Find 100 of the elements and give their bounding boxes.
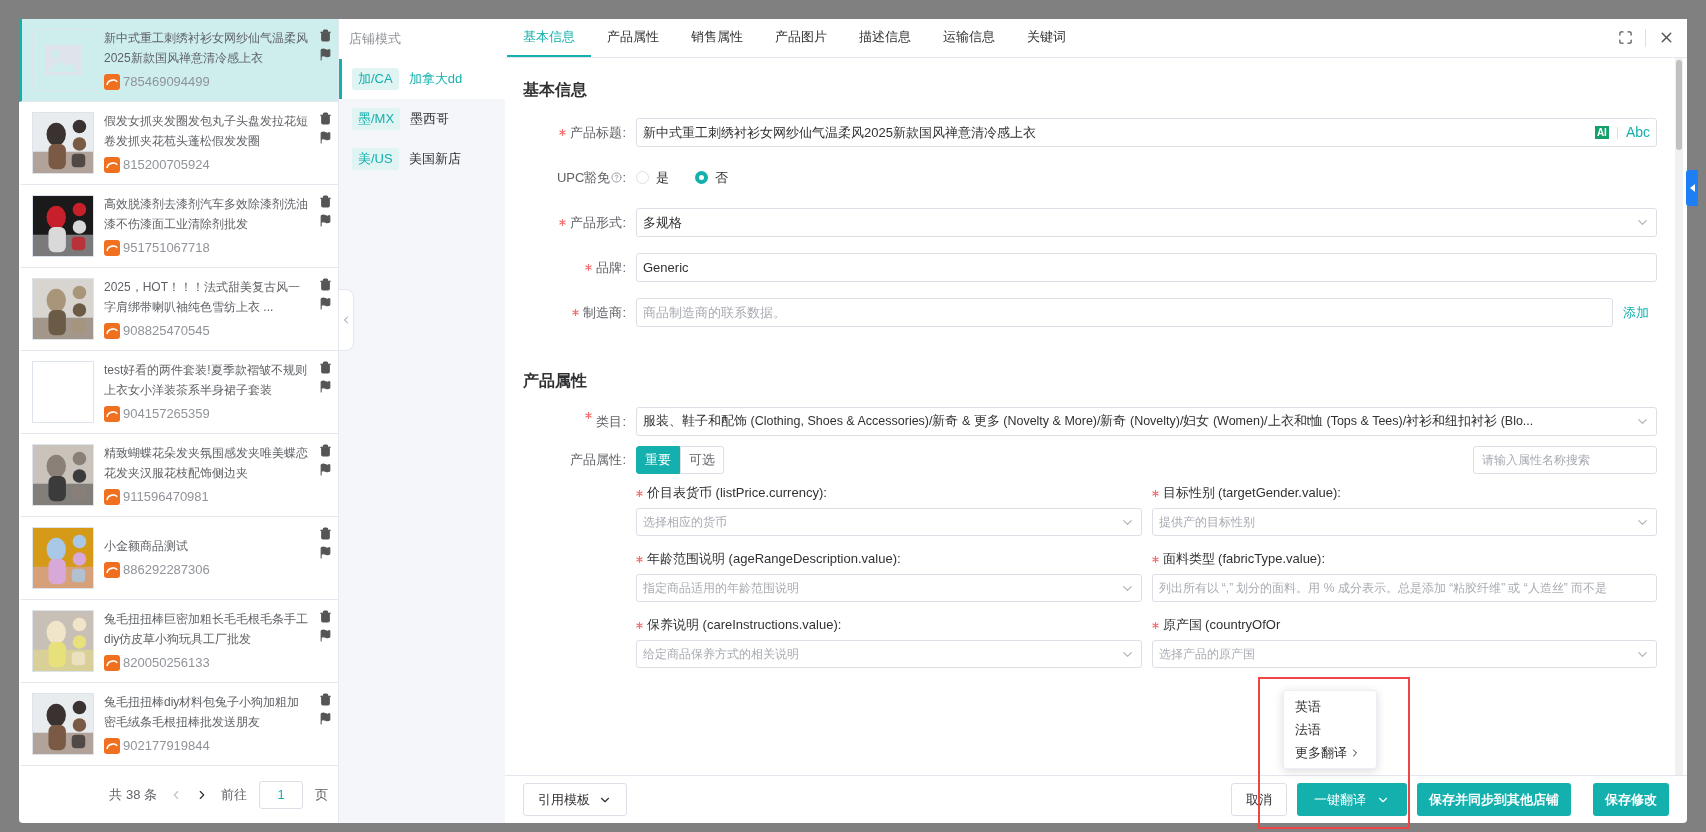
delete-icon[interactable] xyxy=(319,112,332,125)
product-id: 902177919844 xyxy=(123,737,210,756)
tab[interactable]: 描述信息 xyxy=(843,19,927,57)
product-title: 新中式重工刺绣衬衫女网纱仙气温柔风2025新款国风禅意清冷感上衣 xyxy=(104,30,309,68)
store-name: 墨西哥 xyxy=(410,110,450,129)
country-tag: 加/CA xyxy=(352,68,399,90)
collapse-handle[interactable] xyxy=(339,289,354,351)
goto-label: 前往 xyxy=(221,785,247,804)
field-value: 服装、鞋子和配饰 (Clothing, Shoes & Accessories)/新奇 & 更多 (Novelty & More)/新奇 (Novelty)/妇女 (Women)/上衣和t恤 (Tops & Tees)/衬衫和纽扣衬衫 (Blo... xyxy=(643,413,1534,431)
flag-icon[interactable] xyxy=(319,131,332,144)
product-id: 911596470981 xyxy=(123,488,209,507)
field-placeholder: 指定商品适用的年龄范围说明 xyxy=(643,580,799,597)
field-placeholder: 给定商品保养方式的相关说明 xyxy=(643,646,799,663)
flag-icon[interactable] xyxy=(319,297,332,310)
field-placeholder: 选择相应的货币 xyxy=(643,514,727,531)
source-logo-icon xyxy=(104,323,120,339)
tab[interactable]: 运输信息 xyxy=(927,19,1011,57)
flag-icon[interactable] xyxy=(319,629,332,642)
tab[interactable]: 销售属性 xyxy=(675,19,759,57)
radio-option[interactable]: 否 xyxy=(695,167,728,188)
product-title: test好看的两件套装!夏季款褶皱不规则上衣女小洋装茶系半身裙子套装 xyxy=(104,362,308,400)
select-field[interactable]: 多规格 xyxy=(636,208,1657,237)
field-placeholder: 列出所有以 “,” 划分的面料。用 % 成分表示。总是添加 “粘胶纤维” 或 “人造丝” 而不是 xyxy=(1158,580,1608,597)
product-id: 886292287306 xyxy=(123,561,210,580)
select-field[interactable]: 服装、鞋子和配饰 (Clothing, Shoes & Accessories)/新奇 & 更多 (Novelty & More)/新奇 (Novelty)/妇女 (Women)/上衣和t恤 (Tops & Tees)/衬衫和纽扣衬衫 (Blo... xyxy=(636,407,1657,436)
field-label: 产品标题: xyxy=(570,123,626,142)
field-placeholder: 选择产品的原产国 xyxy=(1158,646,1255,663)
product-id: 904157265359 xyxy=(123,405,210,424)
delete-icon[interactable] xyxy=(319,693,332,706)
cancel-button[interactable]: 取消 xyxy=(1231,783,1287,816)
tab[interactable]: 产品属性 xyxy=(591,19,675,57)
product-title: 兔毛扭扭棒巨密加粗长毛毛根毛条手工diy仿皮草小狗玩具工厂批发 xyxy=(104,611,309,649)
delete-icon[interactable] xyxy=(319,527,332,540)
product-title: 假发女抓夹发圈发包丸子头盘发拉花短卷发抓夹花苞头蓬松假发发圈 xyxy=(104,113,309,151)
field-value: 多规格 xyxy=(643,213,682,232)
scrollbar[interactable] xyxy=(1675,58,1683,775)
flag-icon[interactable] xyxy=(319,214,332,227)
product-id: 820050256133 xyxy=(123,654,210,673)
side-tab[interactable] xyxy=(1686,170,1698,206)
section-heading: 产品属性 xyxy=(523,371,588,391)
delete-icon[interactable] xyxy=(319,29,332,42)
flag-icon[interactable] xyxy=(319,712,332,725)
delete-icon[interactable] xyxy=(319,195,332,208)
source-logo-icon xyxy=(104,655,120,671)
field-label: 品牌: xyxy=(596,258,626,277)
label-colon: : xyxy=(622,168,626,187)
flag-icon[interactable] xyxy=(319,463,332,476)
section-heading: 基本信息 xyxy=(523,80,588,100)
delete-icon[interactable] xyxy=(319,278,332,291)
field-placeholder: 商品制造商的联系数据。 xyxy=(643,303,786,322)
radio-option[interactable]: 是 xyxy=(636,167,669,188)
tab[interactable]: 关键词 xyxy=(1011,19,1082,57)
store-item[interactable]: 美/US 美国新店 xyxy=(339,139,505,179)
empty-thumbnail xyxy=(32,361,94,423)
fullscreen-icon[interactable] xyxy=(1618,30,1633,45)
product-id: 815200705924 xyxy=(123,156,210,175)
source-logo-icon xyxy=(104,406,120,422)
product-title: 兔毛扭扭棒diy材料包兔子小狗加粗加密毛绒条毛根扭棒批发送朋友 xyxy=(104,694,301,732)
source-logo-icon xyxy=(104,74,120,90)
field-label: 产品属性: xyxy=(570,450,626,469)
flag-icon[interactable] xyxy=(319,48,332,61)
caret-left-icon xyxy=(1689,184,1695,192)
field-value: 新中式重工刺绣衬衫女网纱仙气温柔风2025新款国风禅意清冷感上衣 xyxy=(643,123,1037,142)
panel-title: 店铺模式 xyxy=(339,19,505,59)
delete-icon[interactable] xyxy=(319,610,332,623)
product-title: 2025，HOT！！！法式甜美复古风一字肩绑带喇叭袖纯色雪纺上衣 ... xyxy=(104,279,302,317)
source-logo-icon xyxy=(104,157,120,173)
menu-item[interactable]: 英语 xyxy=(1284,695,1376,718)
field-placeholder: 请输入属性名称搜索 xyxy=(1482,451,1590,469)
radio-label: 否 xyxy=(715,168,728,187)
menu-item[interactable]: 更多翻译 xyxy=(1284,741,1376,764)
source-logo-icon xyxy=(104,562,120,578)
source-logo-icon xyxy=(104,489,120,505)
country-tag: 美/US xyxy=(352,148,399,170)
text-field[interactable]: Generic xyxy=(636,253,1657,282)
flag-icon[interactable] xyxy=(319,380,332,393)
attribute-label: 年龄范围说明 (ageRangeDescription.value): xyxy=(647,550,901,569)
field-value: Generic xyxy=(643,258,690,277)
flag-icon[interactable] xyxy=(319,546,332,559)
tab[interactable]: 产品图片 xyxy=(759,19,843,57)
source-logo-icon xyxy=(104,738,120,754)
delete-icon[interactable] xyxy=(319,361,332,374)
field-label: 制造商: xyxy=(583,303,626,322)
store-name: 加拿大dd xyxy=(408,70,463,89)
field-label: 类目: xyxy=(596,412,626,431)
product-title: 精致蝴蝶花朵发夹氛围感发夹唯美蝶恋花发夹汉服花枝配饰侧边夹 xyxy=(104,445,309,483)
product-id: 785469094499 xyxy=(123,73,210,92)
product-item[interactable]: 新中式重工刺绣衬衫女网纱仙气温柔风2025新款国风禅意清冷感上衣 785469094499 xyxy=(19,19,338,102)
country-tag: 墨/MX xyxy=(352,108,401,130)
source-logo-icon xyxy=(104,240,120,256)
total-count: 共 38 条 xyxy=(109,785,157,804)
field-placeholder: 提供产的目标性别 xyxy=(1158,514,1255,531)
radio-label: 是 xyxy=(656,168,669,187)
template-button[interactable]: 引用模板 xyxy=(523,783,627,816)
menu-item[interactable]: 法语 xyxy=(1284,718,1376,741)
attribute-label: 价目表货币 (listPrice.currency): xyxy=(647,484,827,503)
store-item[interactable]: 墨/MX 墨西哥 xyxy=(339,99,505,139)
product-id: 951751067718 xyxy=(123,239,210,258)
filter-toggle[interactable]: 可选 xyxy=(680,445,724,474)
delete-icon[interactable] xyxy=(319,444,332,457)
